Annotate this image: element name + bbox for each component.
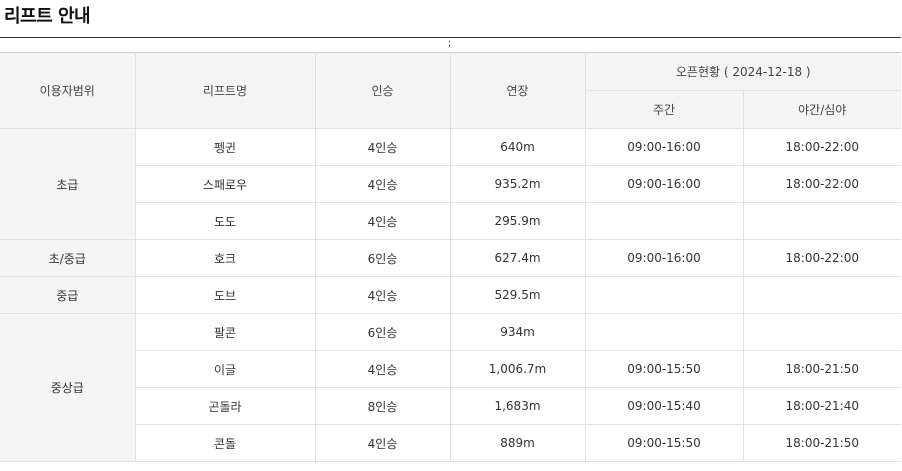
length-cell: 640m [450,128,586,166]
length-cell: 889m [450,424,586,462]
night-hours-cell: 18:00-22:00 [743,165,901,203]
day-hours-cell: 09:00-15:50 [585,350,744,388]
table-row: 이글 4인승 1,006.7m 09:00-15:50 18:00-21:50 [0,350,901,388]
header-user-range: 이용자범위 [0,52,136,129]
lift-name-cell: 도브 [135,276,316,314]
lift-name-cell: 콘돌 [135,424,316,462]
table-row: 콘돌 4인승 889m 09:00-15:50 18:00-21:50 [0,424,901,462]
lift-name-cell: 펭귄 [135,128,316,166]
day-hours-cell [585,313,744,351]
night-hours-cell: 18:00-21:50 [743,350,901,388]
category-cell: 중상급 [0,313,136,462]
lift-name-cell: 곤돌라 [135,387,316,425]
category-cell: 중급 [0,276,136,314]
night-hours-cell [743,202,901,240]
lift-name-cell: 도도 [135,202,316,240]
header-lift-name: 리프트명 [135,52,316,129]
length-cell: 1,006.7m [450,350,586,388]
night-hours-cell: 18:00-21:40 [743,387,901,425]
night-hours-cell: 18:00-21:50 [743,424,901,462]
day-hours-cell: 09:00-16:00 [585,128,744,166]
capacity-cell: 4인승 [315,128,451,166]
category-cell: 초급 [0,128,136,240]
table-row: 도도 4인승 295.9m [0,202,901,240]
table-row: 중급 도브 4인승 529.5m [0,276,901,314]
capacity-cell: 6인승 [315,313,451,351]
capacity-cell: 4인승 [315,202,451,240]
length-cell: 934m [450,313,586,351]
length-cell: 627.4m [450,239,586,277]
header-open-status: 오픈현황 ( 2024-12-18 ) [585,52,901,91]
length-cell: 295.9m [450,202,586,240]
day-hours-cell [585,202,744,240]
day-hours-cell: 09:00-16:00 [585,165,744,203]
capacity-cell: 4인승 [315,276,451,314]
length-cell: 1,683m [450,387,586,425]
lift-info-table: 이용자범위 리프트명 인승 연장 오픈현황 ( 2024-12-18 ) 주간 … [0,52,901,462]
page-title: 리프트 안내 [4,6,91,27]
table-row: 곤돌라 8인승 1,683m 09:00-15:40 18:00-21:40 [0,387,901,425]
lift-name-cell: 이글 [135,350,316,388]
header-capacity: 인승 [315,52,451,129]
table-row: 초급 펭귄 4인승 640m 09:00-16:00 18:00-22:00 [0,128,901,240]
header-length: 연장 [450,52,586,129]
day-hours-cell: 09:00-15:50 [585,424,744,462]
table-row: 스패로우 4인승 935.2m 09:00-16:00 18:00-22:00 [0,165,901,203]
capacity-cell: 4인승 [315,165,451,203]
length-cell: 935.2m [450,165,586,203]
header-night: 야간/심야 [743,90,901,129]
separator-mark: ; [448,38,452,49]
lift-name-cell: 팔콘 [135,313,316,351]
table-row: 초/중급 호크 6인승 627.4m 09:00-16:00 18:00-22:… [0,239,901,277]
lift-name-cell: 호크 [135,239,316,277]
day-hours-cell [585,276,744,314]
night-hours-cell: 18:00-22:00 [743,128,901,166]
table-row: 중상급 팔콘 6인승 934m [0,313,901,462]
night-hours-cell: 18:00-22:00 [743,239,901,277]
capacity-cell: 4인승 [315,424,451,462]
lift-name-cell: 스패로우 [135,165,316,203]
header-day: 주간 [585,90,744,129]
capacity-cell: 4인승 [315,350,451,388]
capacity-cell: 8인승 [315,387,451,425]
length-cell: 529.5m [450,276,586,314]
night-hours-cell [743,276,901,314]
day-hours-cell: 09:00-16:00 [585,239,744,277]
night-hours-cell [743,313,901,351]
capacity-cell: 6인승 [315,239,451,277]
day-hours-cell: 09:00-15:40 [585,387,744,425]
category-cell: 초/중급 [0,239,136,277]
